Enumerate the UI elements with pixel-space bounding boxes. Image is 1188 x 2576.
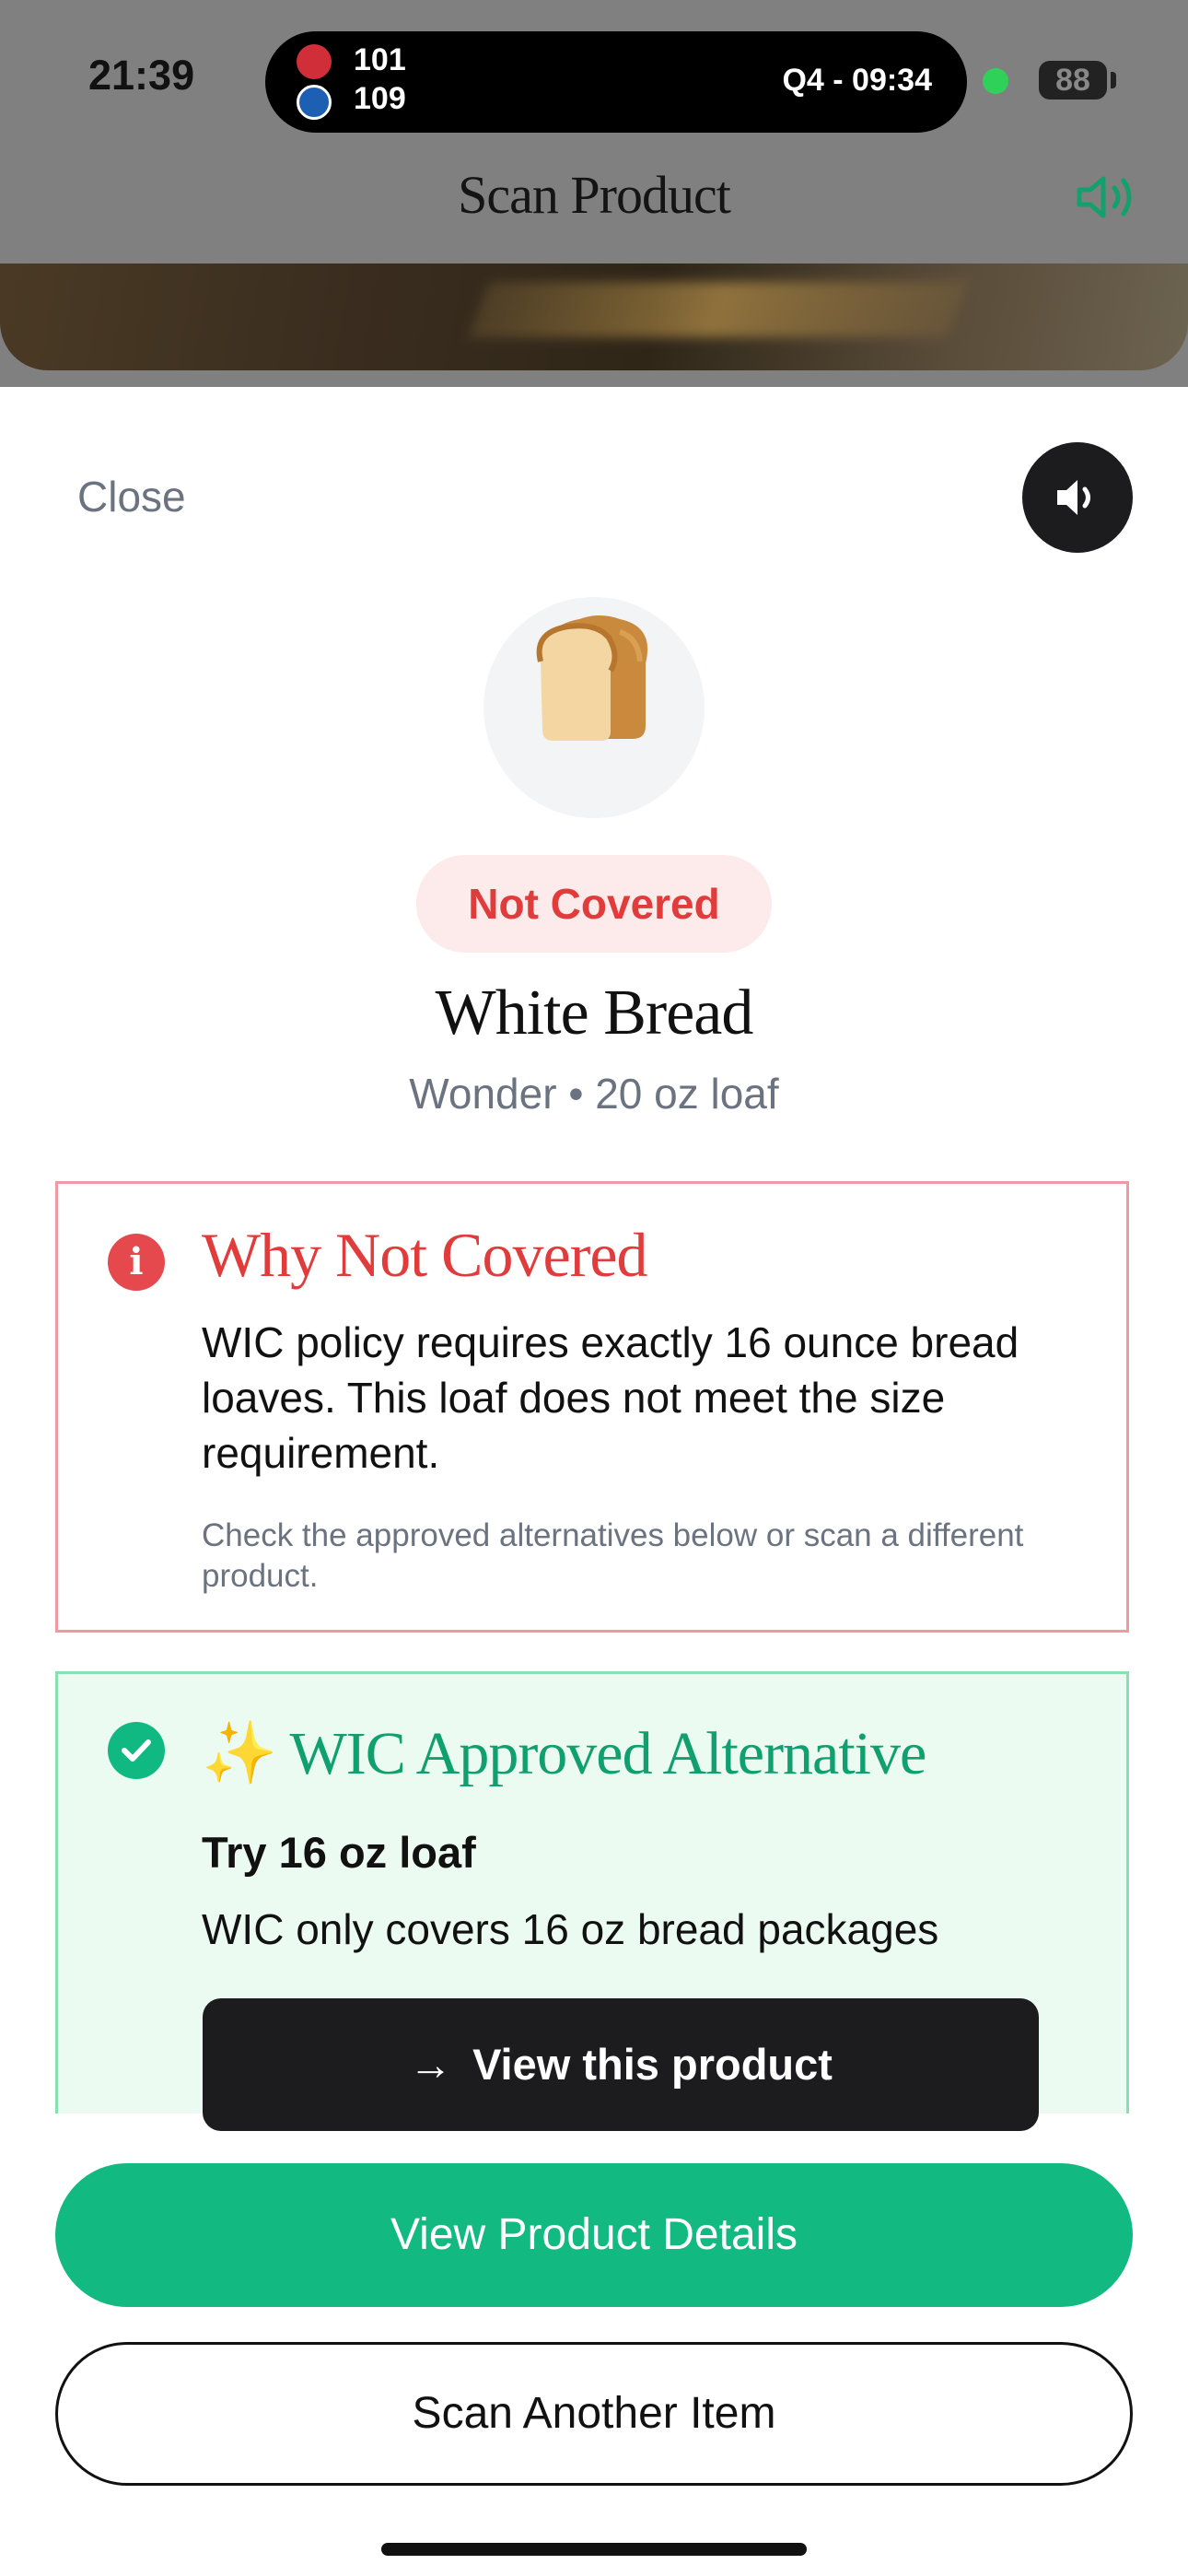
team1-score: 101 [354,42,406,77]
speaker-icon[interactable] [1076,170,1138,225]
why-not-covered-title: Why Not Covered [202,1220,648,1290]
team-logo-icon [297,85,332,120]
view-this-product-label: View this product [472,2040,833,2089]
sparkles-icon: ✨ [202,1720,277,1787]
approved-alternative-title: ✨ WIC Approved Alternative [202,1718,926,1789]
check-circle-icon [108,1722,165,1779]
speaker-icon [1057,480,1090,515]
bread-icon [536,615,648,741]
bottom-actions: View Product Details Scan Another Item [0,2136,1188,2576]
battery-icon: 88 [1039,61,1107,100]
status-time: 21:39 [88,52,195,99]
status-badge: Not Covered [416,855,772,953]
scan-another-item-button[interactable]: Scan Another Item [55,2342,1133,2486]
battery-tip [1111,72,1116,88]
approved-alternative-title-text: WIC Approved Alternative [289,1720,927,1787]
why-not-covered-reason: WIC policy requires exactly 16 ounce bre… [202,1318,1019,1477]
info-icon: i [108,1234,165,1291]
camera-preview [0,263,1188,370]
view-this-product-button[interactable]: → View this product [203,1998,1039,2131]
camera-in-use-indicator [983,68,1008,94]
why-not-covered-note: Check the approved alternatives below or… [202,1517,1024,1594]
approved-alternative-card: ✨ WIC Approved Alternative Try 16 oz loa… [55,1671,1129,2131]
alternative-description: WIC only covers 16 oz bread packages [202,1905,939,1953]
alternative-suggestion: Try 16 oz loaf [202,1828,476,1877]
game-clock: Q4 - 09:34 [782,63,932,98]
product-name: White Bread [435,978,754,1048]
view-product-details-button[interactable]: View Product Details [55,2163,1133,2307]
read-aloud-button[interactable] [1022,442,1133,553]
page-title: Scan Product [458,165,731,225]
product-brand-size: Wonder • 20 oz loaf [409,1070,779,1118]
home-indicator[interactable] [381,2543,807,2556]
close-button[interactable]: Close [77,472,186,521]
team2-score: 109 [354,81,406,116]
product-image [483,597,705,818]
team-logo-icon [297,44,332,79]
why-not-covered-card: i Why Not Covered WIC policy requires ex… [55,1181,1129,1633]
live-activity-score[interactable]: 101 109 Q4 - 09:34 [265,31,967,133]
arrow-right-icon: → [409,2040,453,2089]
